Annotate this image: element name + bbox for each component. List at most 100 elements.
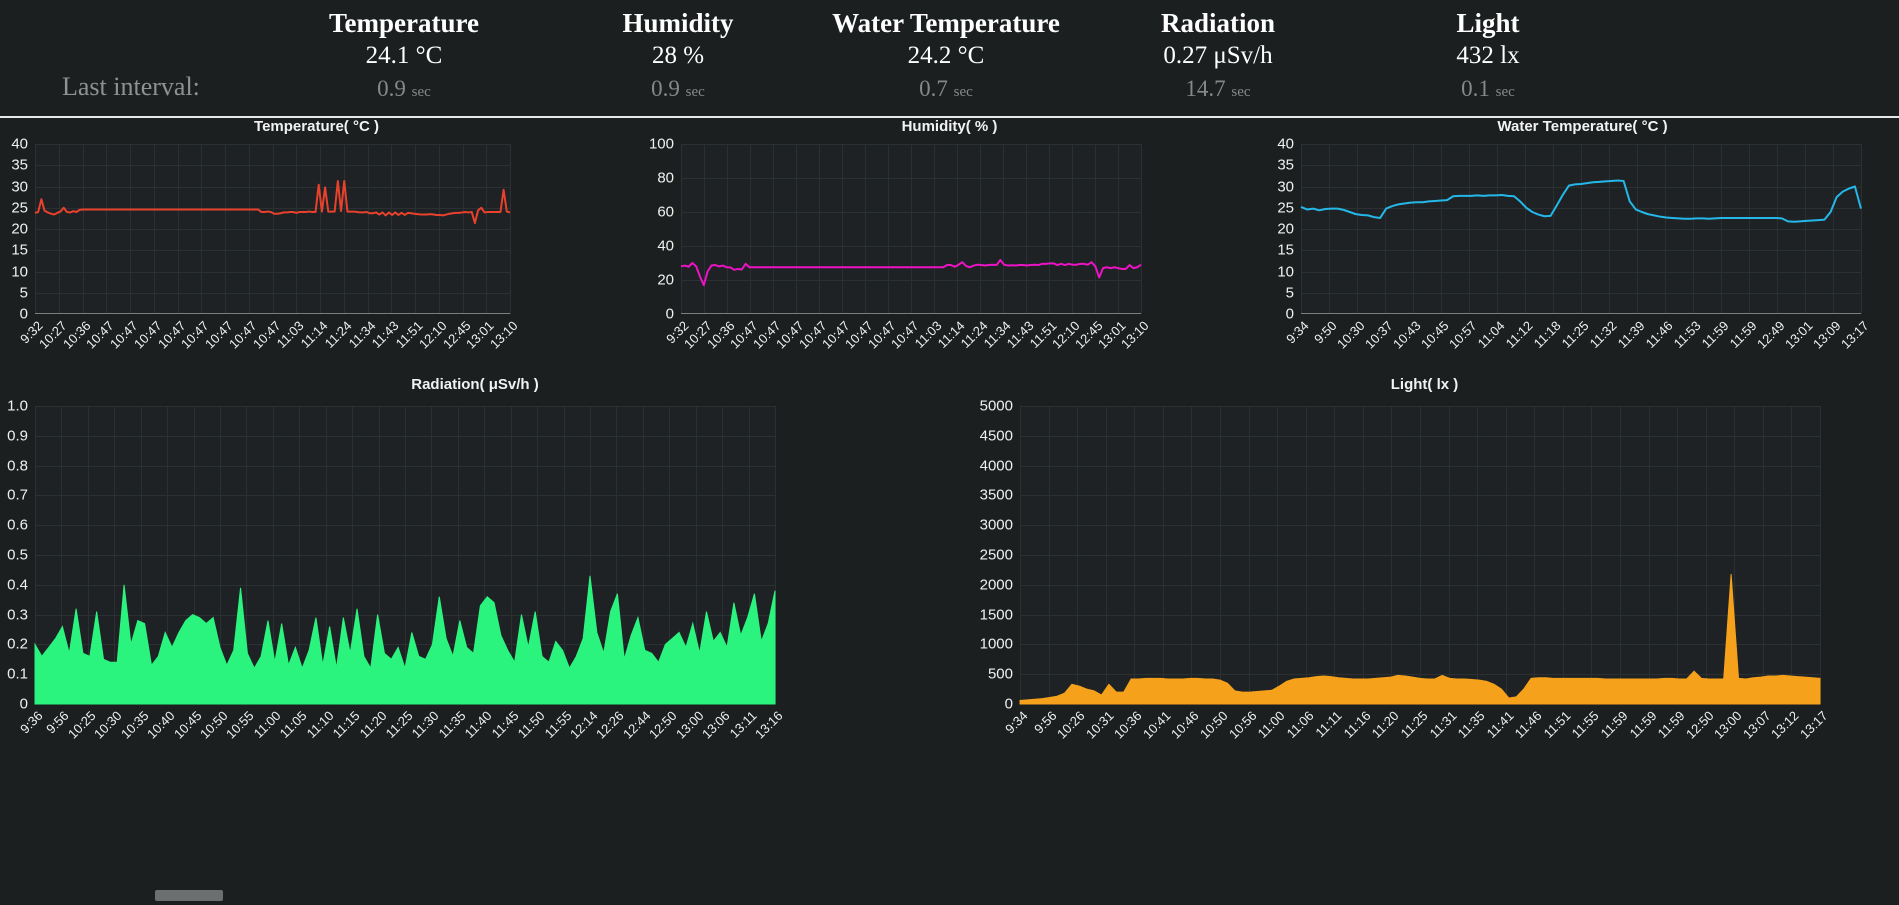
x-axis-tick: 11:59 [1626,708,1660,741]
x-axis-tick: 11:20 [356,708,390,741]
plot-area-radiation: 1.0 0.9 0.8 0.7 0.6 0.5 0.4 0.3 0.2 0.1 0 9:36 9:56 1… [7,398,785,742]
x-axis-tick: 13:11 [726,708,760,741]
metric-interval-unit: sec [685,84,705,100]
x-axis-tick: 13:17 [1837,318,1872,352]
y-axis-tick: 0.5 [7,546,28,564]
y-axis-tick: 0 [665,305,674,323]
x-axis-tick: 13:12 [1768,708,1803,742]
x-axis-tick: 11:59 [1726,318,1760,351]
y-axis-tick: 100 [648,135,674,153]
y-axis-tick: 25 [11,199,28,217]
x-axis-tick: 10:43 [1389,318,1424,352]
x-axis-tick: 11:35 [1454,708,1488,741]
x-axis-tick: 11:40 [461,708,495,741]
x-axis-tick: 12:50 [646,708,680,742]
x-axis-tick: 11:46 [1642,318,1676,351]
chart-title-radiation: Radiation( μSv/h ) [411,376,539,393]
x-axis-tick: 11:50 [514,708,548,741]
x-axis-tick: 12:44 [619,708,654,742]
x-axis-tick: 10:25 [64,708,99,742]
y-axis-tick: 40 [657,237,674,255]
scrollbar-thumb[interactable] [155,890,223,901]
y-axis-tick: 80 [657,169,674,187]
x-axis-tick: 11:31 [1426,708,1460,741]
gridline-vertical [1861,144,1862,314]
metric-interval-value: 0.9 [651,76,680,101]
metric-interval-unit: sec [953,84,973,100]
y-axis-tick: 1.0 [7,397,28,415]
x-axis-tick: 10:45 [1417,318,1452,352]
x-axis-tick: 11:30 [409,708,443,741]
y-axis-tick: 10 [11,263,28,280]
y-axis-tick: 3000 [979,516,1013,534]
series-temperature [35,144,510,314]
x-axis-tick: 10:57 [1445,318,1480,352]
series-light [1019,574,1821,705]
x-axis-tick: 12:49 [1753,318,1788,352]
metric-interval-value: 0.9 [377,76,406,101]
x-axis-tick: 10:37 [1361,318,1396,352]
y-axis-tick: 0 [19,695,28,713]
x-axis-tick: 10:35 [117,708,152,742]
x-axis-tick: 11:59 [1654,708,1688,741]
x-axis-tick: 11:51 [1540,708,1574,741]
x-axis-tick: 13:00 [1711,708,1745,742]
y-axis-tick: 0.1 [7,665,28,683]
x-axis-tick: 11:46 [1511,708,1545,741]
x-axis-tick: 10:36 [1111,708,1145,742]
x-axis-tick: 11:24 [321,318,355,351]
x-axis-tick: 10:30 [1333,318,1368,352]
x-axis-tick: 10:40 [144,708,178,742]
x-axis-tick: 11:04 [1474,318,1508,351]
x-axis-tick: 11:12 [1502,318,1536,351]
y-axis-tick: 0 [1285,305,1294,323]
line-path [1301,181,1861,222]
x-axis-tick: 11:59 [1597,708,1631,741]
chart-title-light: Light( lx ) [1390,376,1459,393]
y-axis-tick: 0.3 [7,606,28,624]
metric-interval-unit: sec [411,84,431,100]
gridline-vertical [510,144,511,314]
y-axis-tick: 3500 [979,486,1013,504]
plot-area-water_temperature: 40 35 30 25 20 15 10 5 0 9:34 9:50 10:30 10:37 10:43 1… [1277,136,1871,352]
y-axis-tick: 0.7 [7,486,28,504]
y-axis-tick: 35 [1277,156,1294,174]
chart-panel-temperature: Temperature( °C ) 40 35 30 25 20 15 10 5 0 9:32 10:… [0,118,633,376]
plot-area-humidity: 100 80 60 40 20 0 9:32 10:27 10:36 10:47 10:47 10:4… [649,136,1152,352]
y-axis-tick: 30 [1277,178,1294,195]
x-axis-tick: 11:00 [1254,708,1288,741]
gridline-vertical [1820,406,1821,704]
x-axis-tick: 11:39 [1614,318,1648,351]
y-axis-tick: 0 [1004,695,1013,713]
y-axis-tick: 20 [1277,220,1294,238]
x-axis-tick: 11:15 [329,708,363,741]
series-humidity [681,144,1141,314]
x-axis-tick: 10:50 [1196,708,1231,742]
x-axis-tick: 13:17 [1796,708,1831,742]
x-axis-tick: 11:06 [1283,708,1317,741]
y-axis-tick: 500 [987,665,1013,683]
metric-interval-unit: sec [1495,84,1515,100]
metric-interval-value: 0.1 [1461,76,1490,101]
x-axis-tick: 10:30 [91,708,125,742]
x-axis-tick: 11:10 [303,708,337,741]
y-axis-tick: 5 [19,284,28,302]
y-axis-tick: 35 [11,156,28,174]
horizontal-scrollbar[interactable] [0,888,1899,905]
x-axis-tick: 10:41 [1139,708,1174,742]
plot-area-temperature: 40 35 30 25 20 15 10 5 0 9:32 10:27 10:36 10:47 10:47… [11,136,520,352]
x-axis-tick: 12:50 [1682,708,1717,742]
y-axis-tick: 0.8 [7,457,28,475]
x-axis-tick: 11:11 [1312,708,1345,741]
chart-panel-light: Light( lx ) 5000 4500 4000 3500 3000 2500 2000 1… [950,376,1899,888]
y-axis-tick: 0.2 [7,635,28,653]
area-fill [1019,574,1821,705]
metric-interval-value: 0.7 [919,76,948,101]
x-axis-tick: 11:41 [1483,708,1517,741]
series-water_temperature [1301,144,1861,314]
chart-title-humidity: Humidity( % ) [901,118,998,135]
y-axis-tick: 1500 [979,606,1013,624]
y-axis-tick: 1000 [979,635,1013,653]
metric-value: 432 lx [1456,42,1520,69]
x-axis-tick: 11:55 [1569,708,1603,741]
